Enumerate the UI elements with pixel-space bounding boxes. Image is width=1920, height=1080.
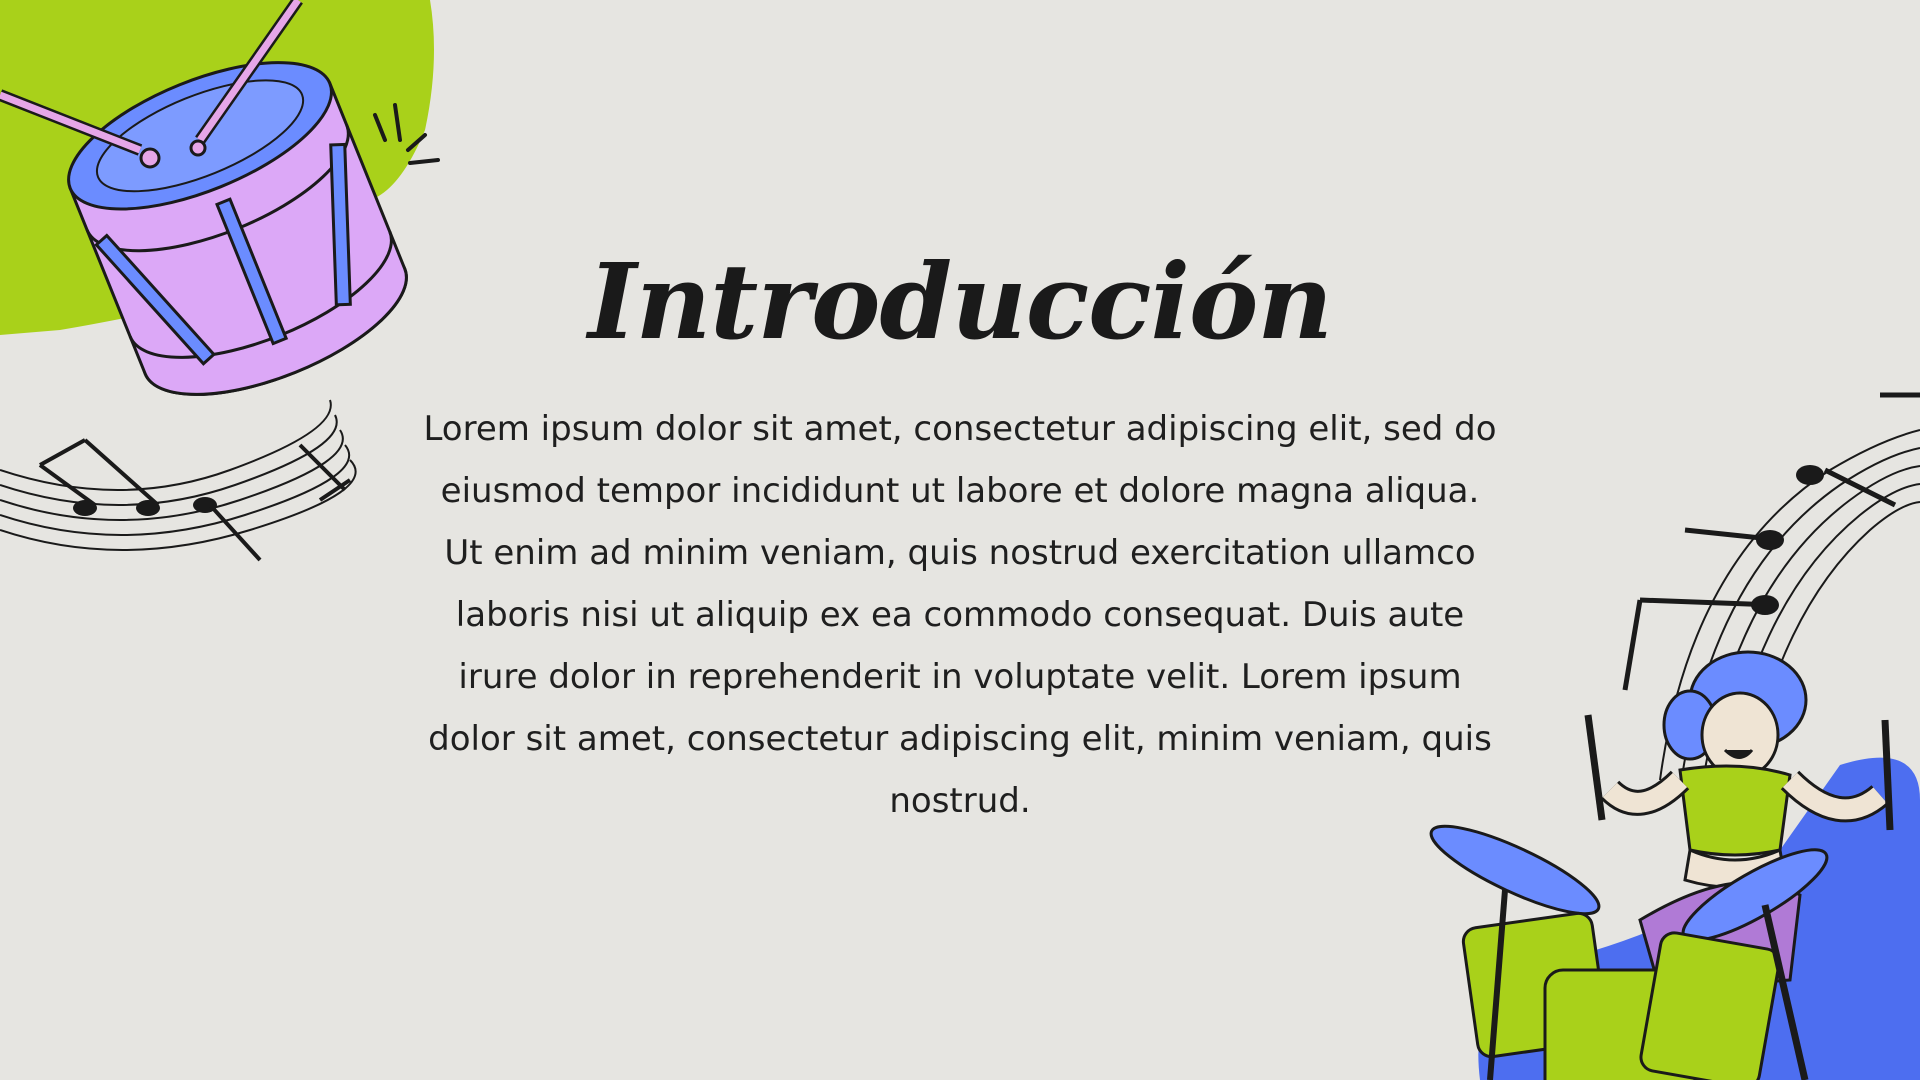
slide-body-text: Lorem ipsum dolor sit amet, consectetur … — [423, 409, 1497, 821]
music-notes-right — [1622, 392, 1920, 691]
slide-title: Introducción — [588, 240, 1333, 363]
slide: Introducción Lorem ipsum dolor sit amet,… — [0, 0, 1920, 1080]
